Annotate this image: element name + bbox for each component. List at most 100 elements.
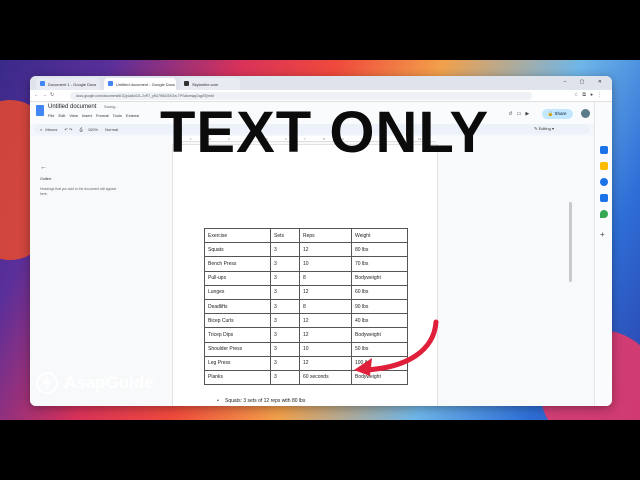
menu-edit[interactable]: Edit — [58, 113, 65, 118]
nav-buttons[interactable]: ←→↻ — [34, 92, 57, 98]
menu-tools[interactable]: Tools — [113, 113, 122, 118]
table-cell[interactable]: Reps — [299, 227, 352, 244]
menu-format[interactable]: Format — [96, 113, 109, 118]
search-icon[interactable]: ⌕ — [40, 127, 42, 132]
vertical-scrollbar[interactable] — [569, 202, 572, 282]
table-cell[interactable]: Pull-ups — [204, 270, 271, 286]
extensions-icon[interactable]: ⧉ — [582, 92, 590, 98]
table-cell[interactable]: 12 — [299, 242, 352, 258]
tab-site[interactable]: Skylanthe.com — [180, 78, 240, 90]
header-icons: ↺▭▶ — [508, 111, 533, 117]
back-arrow-icon[interactable]: ← — [40, 164, 130, 171]
table-cell[interactable]: 3 — [270, 313, 300, 329]
table-row[interactable]: Deadlifts 3 8 90 lbs — [204, 298, 408, 315]
table-cell[interactable]: 12 — [299, 284, 352, 300]
table-row[interactable]: Lunges 3 12 60 lbs — [204, 284, 408, 300]
table-cell[interactable]: 3 — [270, 270, 300, 286]
table-cell[interactable]: Bicep Curls — [204, 313, 271, 329]
side-panel: + — [594, 102, 612, 406]
tab-label: Document 1 - Google Docs — [48, 82, 97, 87]
menu-file[interactable]: File — [48, 113, 54, 118]
table-cell[interactable]: 8 — [299, 298, 352, 315]
table-cell[interactable]: 3 — [270, 256, 300, 272]
table-cell[interactable]: 12 — [299, 327, 352, 343]
table-cell[interactable]: 3 — [270, 284, 300, 300]
table-row[interactable]: Squats 3 12 80 lbs — [204, 242, 408, 258]
reload-icon[interactable]: ↻ — [50, 92, 57, 98]
table-cell[interactable]: Shoulder Press — [204, 341, 271, 357]
avatar[interactable] — [581, 109, 590, 119]
docs-icon — [108, 81, 113, 86]
table-cell[interactable]: Planks — [204, 369, 271, 386]
outline-panel: ← Outline Headings that you add to the d… — [40, 164, 130, 197]
tasks-icon[interactable] — [600, 178, 608, 186]
table-cell[interactable]: Squats — [204, 242, 271, 258]
keep-icon[interactable] — [600, 162, 608, 170]
brand-name: AsapGuide — [64, 373, 154, 392]
table-cell[interactable]: Exercise — [204, 227, 271, 244]
menu-extensions[interactable]: Extensi — [126, 113, 139, 118]
table-cell[interactable]: 3 — [270, 327, 300, 343]
table-cell[interactable]: Deadlifts — [204, 298, 271, 315]
lock-icon: 🔒 — [547, 110, 554, 116]
table-cell[interactable]: 10 — [299, 341, 352, 357]
back-arrow-icon[interactable]: ← — [34, 92, 42, 98]
meet-icon[interactable]: ▶ — [525, 111, 533, 117]
list-item[interactable]: Squats: 3 sets of 12 reps with 80 lbs — [217, 398, 318, 406]
contacts-icon[interactable] — [600, 194, 608, 202]
table-cell[interactable]: Bodyweight — [351, 270, 408, 286]
address-input[interactable]: docs.google.com/document/d/1Qp1a6o0ZL-2v… — [70, 92, 532, 100]
table-cell[interactable]: 3 — [270, 341, 300, 357]
menu-insert[interactable]: Insert — [82, 113, 92, 118]
menu-dots-icon[interactable]: ⋮ — [597, 92, 606, 98]
table-row[interactable]: Bench Press 3 10 70 lbs — [204, 256, 408, 272]
docs-logo-icon[interactable] — [36, 105, 44, 116]
table-cell[interactable]: Leg Press — [204, 355, 271, 371]
maps-icon[interactable] — [600, 210, 608, 218]
table-cell[interactable]: 60 seconds — [299, 369, 352, 386]
zoom-select[interactable]: 100% — [88, 127, 98, 132]
table-cell[interactable]: 70 lbs — [351, 256, 408, 272]
search-menus-button[interactable]: Menus — [45, 127, 57, 132]
table-cell[interactable]: Bench Press — [204, 256, 271, 272]
table-cell[interactable]: 12 — [299, 355, 352, 371]
profile-icon[interactable]: ● — [590, 92, 597, 98]
table-cell[interactable]: 3 — [270, 369, 300, 386]
table-cell[interactable]: Tricep Dips — [204, 327, 271, 343]
browser-toolbar-icons: ☆⧉●⋮ — [574, 92, 606, 98]
share-button[interactable]: 🔒 Share — [541, 108, 573, 119]
table-cell[interactable]: Sets — [270, 227, 300, 244]
table-row[interactable]: Pull-ups 3 8 Bodyweight — [204, 270, 408, 286]
history-icon[interactable]: ↺ — [508, 111, 516, 117]
tab-document-1[interactable]: Document 1 - Google Docs — [36, 78, 100, 90]
table-cell[interactable]: Lunges — [204, 284, 271, 300]
table-cell[interactable]: Weight — [351, 227, 408, 244]
menu-view[interactable]: View — [69, 113, 78, 118]
summary-list[interactable]: Squats: 3 sets of 12 reps with 80 lbsBen… — [217, 398, 318, 406]
editing-mode-select[interactable]: ✎ Editing ▾ — [534, 126, 554, 131]
table-cell[interactable]: 3 — [270, 298, 300, 315]
style-select[interactable]: Normal — [105, 127, 118, 132]
table-cell[interactable]: 90 lbs — [351, 298, 408, 315]
red-arrow-icon — [354, 319, 439, 376]
save-status: Saving... — [104, 105, 119, 109]
window-controls[interactable]: – ▢ ✕ — [564, 79, 608, 85]
undo-icon[interactable]: ↶ — [65, 127, 68, 132]
table-cell[interactable]: 12 — [299, 313, 352, 329]
redo-icon[interactable]: ↷ — [69, 127, 72, 132]
table-cell[interactable]: 8 — [299, 270, 352, 286]
table-cell[interactable]: 3 — [270, 242, 300, 258]
forward-arrow-icon[interactable]: → — [42, 92, 50, 98]
table-cell[interactable]: 80 lbs — [351, 242, 408, 258]
document-title-text: Untitled document — [48, 104, 97, 110]
print-icon[interactable]: ⎙ — [79, 127, 82, 132]
plus-icon[interactable]: + — [600, 230, 605, 239]
table-cell[interactable]: 3 — [270, 355, 300, 371]
table-header-row[interactable]: Exercise Sets Reps Weight — [204, 227, 408, 244]
document-title[interactable]: Untitled document Saving... — [48, 104, 118, 110]
tab-untitled-document[interactable]: Untitled document - Google Docs — [104, 78, 176, 90]
table-cell[interactable]: 60 lbs — [351, 284, 408, 300]
calendar-icon[interactable] — [600, 146, 608, 154]
table-cell[interactable]: 10 — [299, 256, 352, 272]
tab-label: Untitled document - Google Docs — [116, 82, 175, 87]
